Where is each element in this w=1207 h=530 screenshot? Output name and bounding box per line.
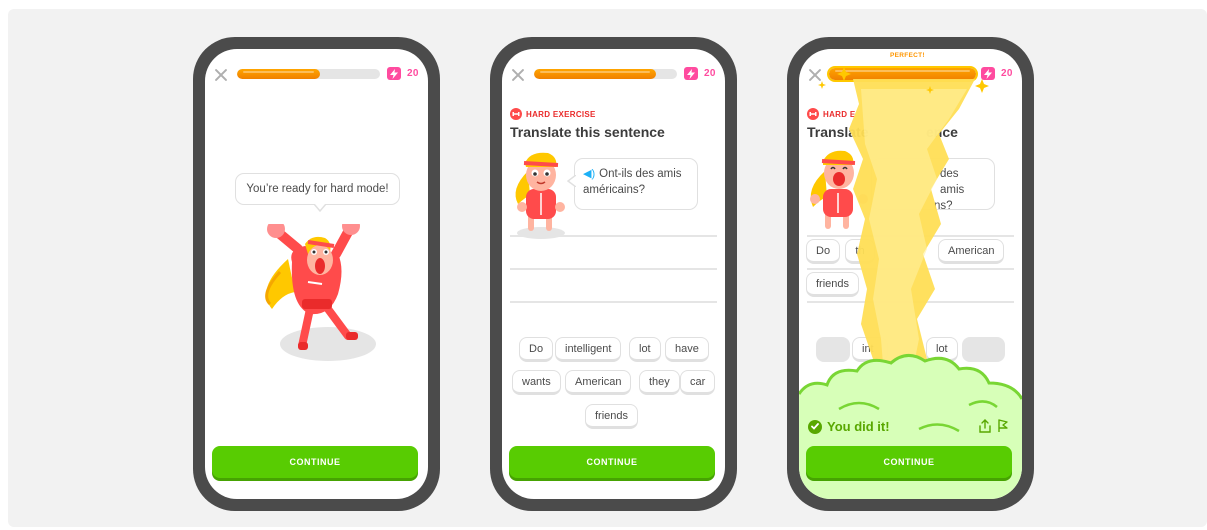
character-thinking xyxy=(515,152,565,239)
exercise-title: Translate this sentence xyxy=(510,124,665,140)
speech-bubble: You’re ready for hard mode! xyxy=(235,173,400,212)
speaker-icon[interactable]: ◀) xyxy=(583,168,595,180)
phone-frame-3: PERFECT! 20 HARD E Translate ence des am… xyxy=(787,37,1034,511)
prompt-line-1: ◀) Ont-ils des amis xyxy=(583,166,689,182)
prompt-text-1: Ont-ils des amis xyxy=(599,168,682,180)
hard-exercise-label: HARD EXERCISE xyxy=(510,108,596,120)
close-icon[interactable] xyxy=(511,68,525,82)
screen-translate-exercise: 20 HARD EXERCISE Translate this sentence… xyxy=(502,49,725,499)
character-celebrating xyxy=(265,224,376,361)
prompt-bubble: ◀) Ont-ils des amis américains? xyxy=(567,158,698,210)
screen-hard-mode-intro: 20 You’re ready for hard mode! CONTINUE xyxy=(205,49,428,499)
success-row: You did it! xyxy=(808,419,890,434)
screen-success: PERFECT! 20 HARD E Translate ence des am… xyxy=(799,49,1022,499)
hard-exercise-text: HARD EXERCISE xyxy=(526,109,596,119)
phone-frame-2: 20 HARD EXERCISE Translate this sentence… xyxy=(490,37,737,511)
word-chip[interactable]: Do xyxy=(519,337,554,362)
energy-icon xyxy=(684,67,698,80)
phone-frame-1: 20 You’re ready for hard mode! CONTINUE xyxy=(193,37,440,511)
close-icon[interactable] xyxy=(214,68,228,82)
answer-line xyxy=(510,235,717,237)
energy-count: 20 xyxy=(407,68,419,79)
continue-button[interactable]: CONTINUE xyxy=(806,446,1012,478)
continue-button[interactable]: CONTINUE xyxy=(509,446,715,478)
word-chip[interactable]: have xyxy=(665,337,709,362)
answer-line xyxy=(510,301,717,303)
prompt-text-2: américains? xyxy=(583,184,645,196)
continue-button[interactable]: CONTINUE xyxy=(212,446,418,478)
progress-fill xyxy=(534,69,656,79)
share-icon[interactable] xyxy=(979,419,991,438)
speech-text: You’re ready for hard mode! xyxy=(246,183,389,195)
progress-bar xyxy=(534,69,677,79)
answer-line xyxy=(510,268,717,270)
word-chip[interactable]: American xyxy=(565,370,632,395)
word-chip[interactable]: intelligent xyxy=(555,337,622,362)
word-chip[interactable]: wants xyxy=(512,370,561,395)
word-chip[interactable]: lot xyxy=(629,337,661,362)
word-chip[interactable]: they xyxy=(639,370,680,395)
progress-bar xyxy=(237,69,380,79)
word-chip[interactable]: car xyxy=(680,370,716,395)
success-text: You did it! xyxy=(827,419,890,434)
energy-count: 20 xyxy=(704,68,716,79)
energy-icon xyxy=(387,67,401,80)
progress-fill xyxy=(237,69,320,79)
word-chip[interactable]: friends xyxy=(585,404,639,429)
check-circle-icon xyxy=(808,419,822,434)
dumbbell-icon xyxy=(510,108,522,120)
flag-icon[interactable] xyxy=(997,419,1009,438)
